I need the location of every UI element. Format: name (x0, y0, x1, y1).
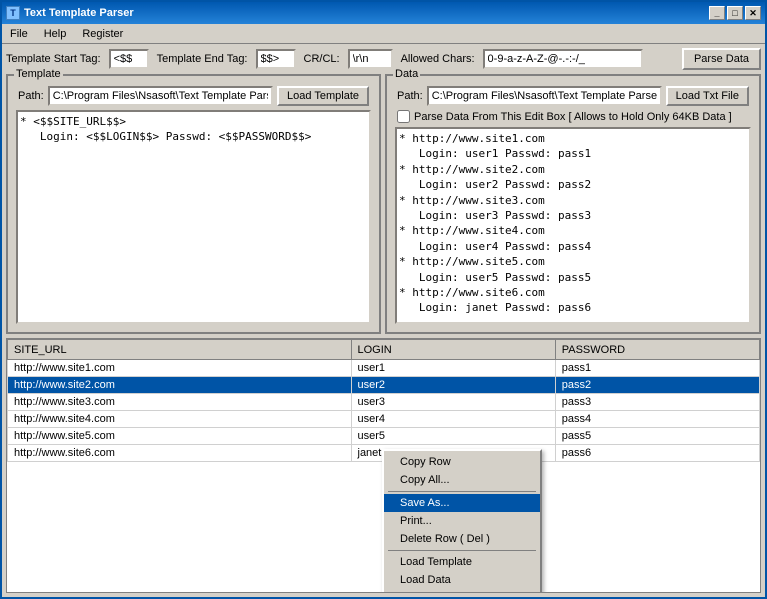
data-path-input[interactable] (427, 86, 662, 106)
minimize-button[interactable]: _ (709, 6, 725, 20)
start-tag-label: Template Start Tag: (6, 53, 101, 65)
table-cell: user4 (351, 411, 555, 428)
end-tag-label: Template End Tag: (157, 53, 248, 65)
menu-register[interactable]: Register (74, 26, 131, 42)
template-path-row: Path: Load Template (12, 82, 375, 108)
col-password: PASSWORD (555, 340, 759, 360)
start-tag-input[interactable] (109, 49, 149, 69)
template-textarea[interactable]: * <$$SITE_URL$$> Login: <$$LOGIN$$> Pass… (16, 110, 371, 324)
col-site-url: SITE_URL (8, 340, 352, 360)
ctx-item-copy-row[interactable]: Copy Row (384, 453, 540, 471)
table-cell: http://www.site3.com (8, 394, 352, 411)
template-path-label: Path: (18, 90, 44, 102)
title-bar-left: T Text Template Parser (6, 6, 134, 20)
allowed-label: Allowed Chars: (401, 53, 475, 65)
table-header-row: SITE_URL LOGIN PASSWORD (8, 340, 760, 360)
ctx-item-copy-all[interactable]: Copy All... (384, 471, 540, 489)
table-cell: pass3 (555, 394, 759, 411)
col-login: LOGIN (351, 340, 555, 360)
table-cell: pass1 (555, 360, 759, 377)
main-content: Template Start Tag: Template End Tag: CR… (2, 44, 765, 597)
parse-data-button[interactable]: Parse Data (682, 48, 761, 70)
ctx-separator (388, 550, 536, 551)
data-path-row: Path: Load Txt File (391, 82, 755, 108)
window-title: Text Template Parser (24, 7, 134, 19)
parse-checkbox-row: Parse Data From This Edit Box [ Allows t… (391, 108, 755, 125)
table-cell: user5 (351, 428, 555, 445)
table-cell: pass4 (555, 411, 759, 428)
table-cell: http://www.site5.com (8, 428, 352, 445)
data-path-label: Path: (397, 90, 423, 102)
menu-bar: File Help Register (2, 24, 765, 44)
ctx-item-delete-row[interactable]: Delete Row ( Del ) (384, 530, 540, 548)
end-tag-input[interactable] (256, 49, 296, 69)
table-row[interactable]: http://www.site5.comuser5pass5 (8, 428, 760, 445)
ctx-item-load-template[interactable]: Load Template (384, 553, 540, 571)
table-cell: http://www.site2.com (8, 377, 352, 394)
allowed-input[interactable] (483, 49, 643, 69)
load-txt-button[interactable]: Load Txt File (666, 86, 749, 106)
maximize-button[interactable]: □ (727, 6, 743, 20)
results-table: SITE_URL LOGIN PASSWORD http://www.site1… (7, 339, 760, 462)
results-table-section: SITE_URL LOGIN PASSWORD http://www.site1… (6, 338, 761, 593)
template-path-input[interactable] (48, 86, 273, 106)
crcl-label: CR/CL: (304, 53, 340, 65)
table-cell: http://www.site1.com (8, 360, 352, 377)
table-row[interactable]: http://www.site3.comuser3pass3 (8, 394, 760, 411)
table-cell: pass6 (555, 445, 759, 462)
menu-file[interactable]: File (2, 26, 36, 42)
main-window: T Text Template Parser _ □ ✕ File Help R… (0, 0, 767, 599)
table-cell: pass5 (555, 428, 759, 445)
ctx-item-load-data[interactable]: Load Data (384, 571, 540, 589)
ctx-item-save-as[interactable]: Save As... (384, 494, 540, 512)
table-cell: user2 (351, 377, 555, 394)
data-legend: Data (393, 68, 420, 80)
menu-help[interactable]: Help (36, 26, 75, 42)
app-icon: T (6, 6, 20, 20)
context-menu: Copy RowCopy All... Save As...Print...Del… (382, 449, 542, 593)
close-button[interactable]: ✕ (745, 6, 761, 20)
table-row[interactable]: http://www.site2.comuser2pass2 (8, 377, 760, 394)
template-panel: Template Path: Load Template * <$$SITE_U… (6, 74, 381, 334)
crcl-input[interactable] (348, 49, 393, 69)
table-row[interactable]: http://www.site1.comuser1pass1 (8, 360, 760, 377)
table-cell: http://www.site6.com (8, 445, 352, 462)
table-cell: user3 (351, 394, 555, 411)
load-template-button[interactable]: Load Template (277, 86, 369, 106)
ctx-separator (388, 491, 536, 492)
template-legend: Template (14, 68, 63, 80)
panels-row: Template Path: Load Template * <$$SITE_U… (6, 74, 761, 334)
top-row: Template Start Tag: Template End Tag: CR… (6, 48, 761, 70)
table-cell: http://www.site4.com (8, 411, 352, 428)
data-panel: Data Path: Load Txt File Parse Data From… (385, 74, 761, 334)
table-row[interactable]: http://www.site4.comuser4pass4 (8, 411, 760, 428)
parse-checkbox[interactable] (397, 110, 410, 123)
ctx-item-print[interactable]: Print... (384, 512, 540, 530)
table-cell: pass2 (555, 377, 759, 394)
title-buttons: _ □ ✕ (709, 6, 761, 20)
table-cell: user1 (351, 360, 555, 377)
data-textarea[interactable]: * http://www.site1.com Login: user1 Pass… (395, 127, 751, 324)
ctx-item-close[interactable]: Close... (384, 589, 540, 593)
parse-checkbox-label: Parse Data From This Edit Box [ Allows t… (414, 111, 732, 123)
title-bar: T Text Template Parser _ □ ✕ (2, 2, 765, 24)
